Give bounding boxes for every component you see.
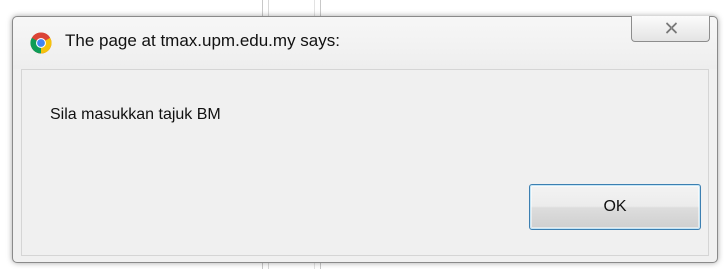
close-icon bbox=[665, 22, 678, 34]
alert-dialog: The page at tmax.upm.edu.my says: Sila m… bbox=[12, 16, 718, 263]
ok-button[interactable]: OK bbox=[529, 184, 701, 230]
chrome-icon bbox=[30, 32, 52, 54]
dialog-title: The page at tmax.upm.edu.my says: bbox=[65, 31, 340, 50]
dialog-titlebar[interactable]: The page at tmax.upm.edu.my says: bbox=[13, 16, 717, 69]
dialog-message: Sila masukkan tajuk BM bbox=[50, 106, 221, 123]
close-button[interactable] bbox=[631, 16, 710, 42]
dialog-content: Sila masukkan tajuk BM OK bbox=[21, 69, 709, 256]
